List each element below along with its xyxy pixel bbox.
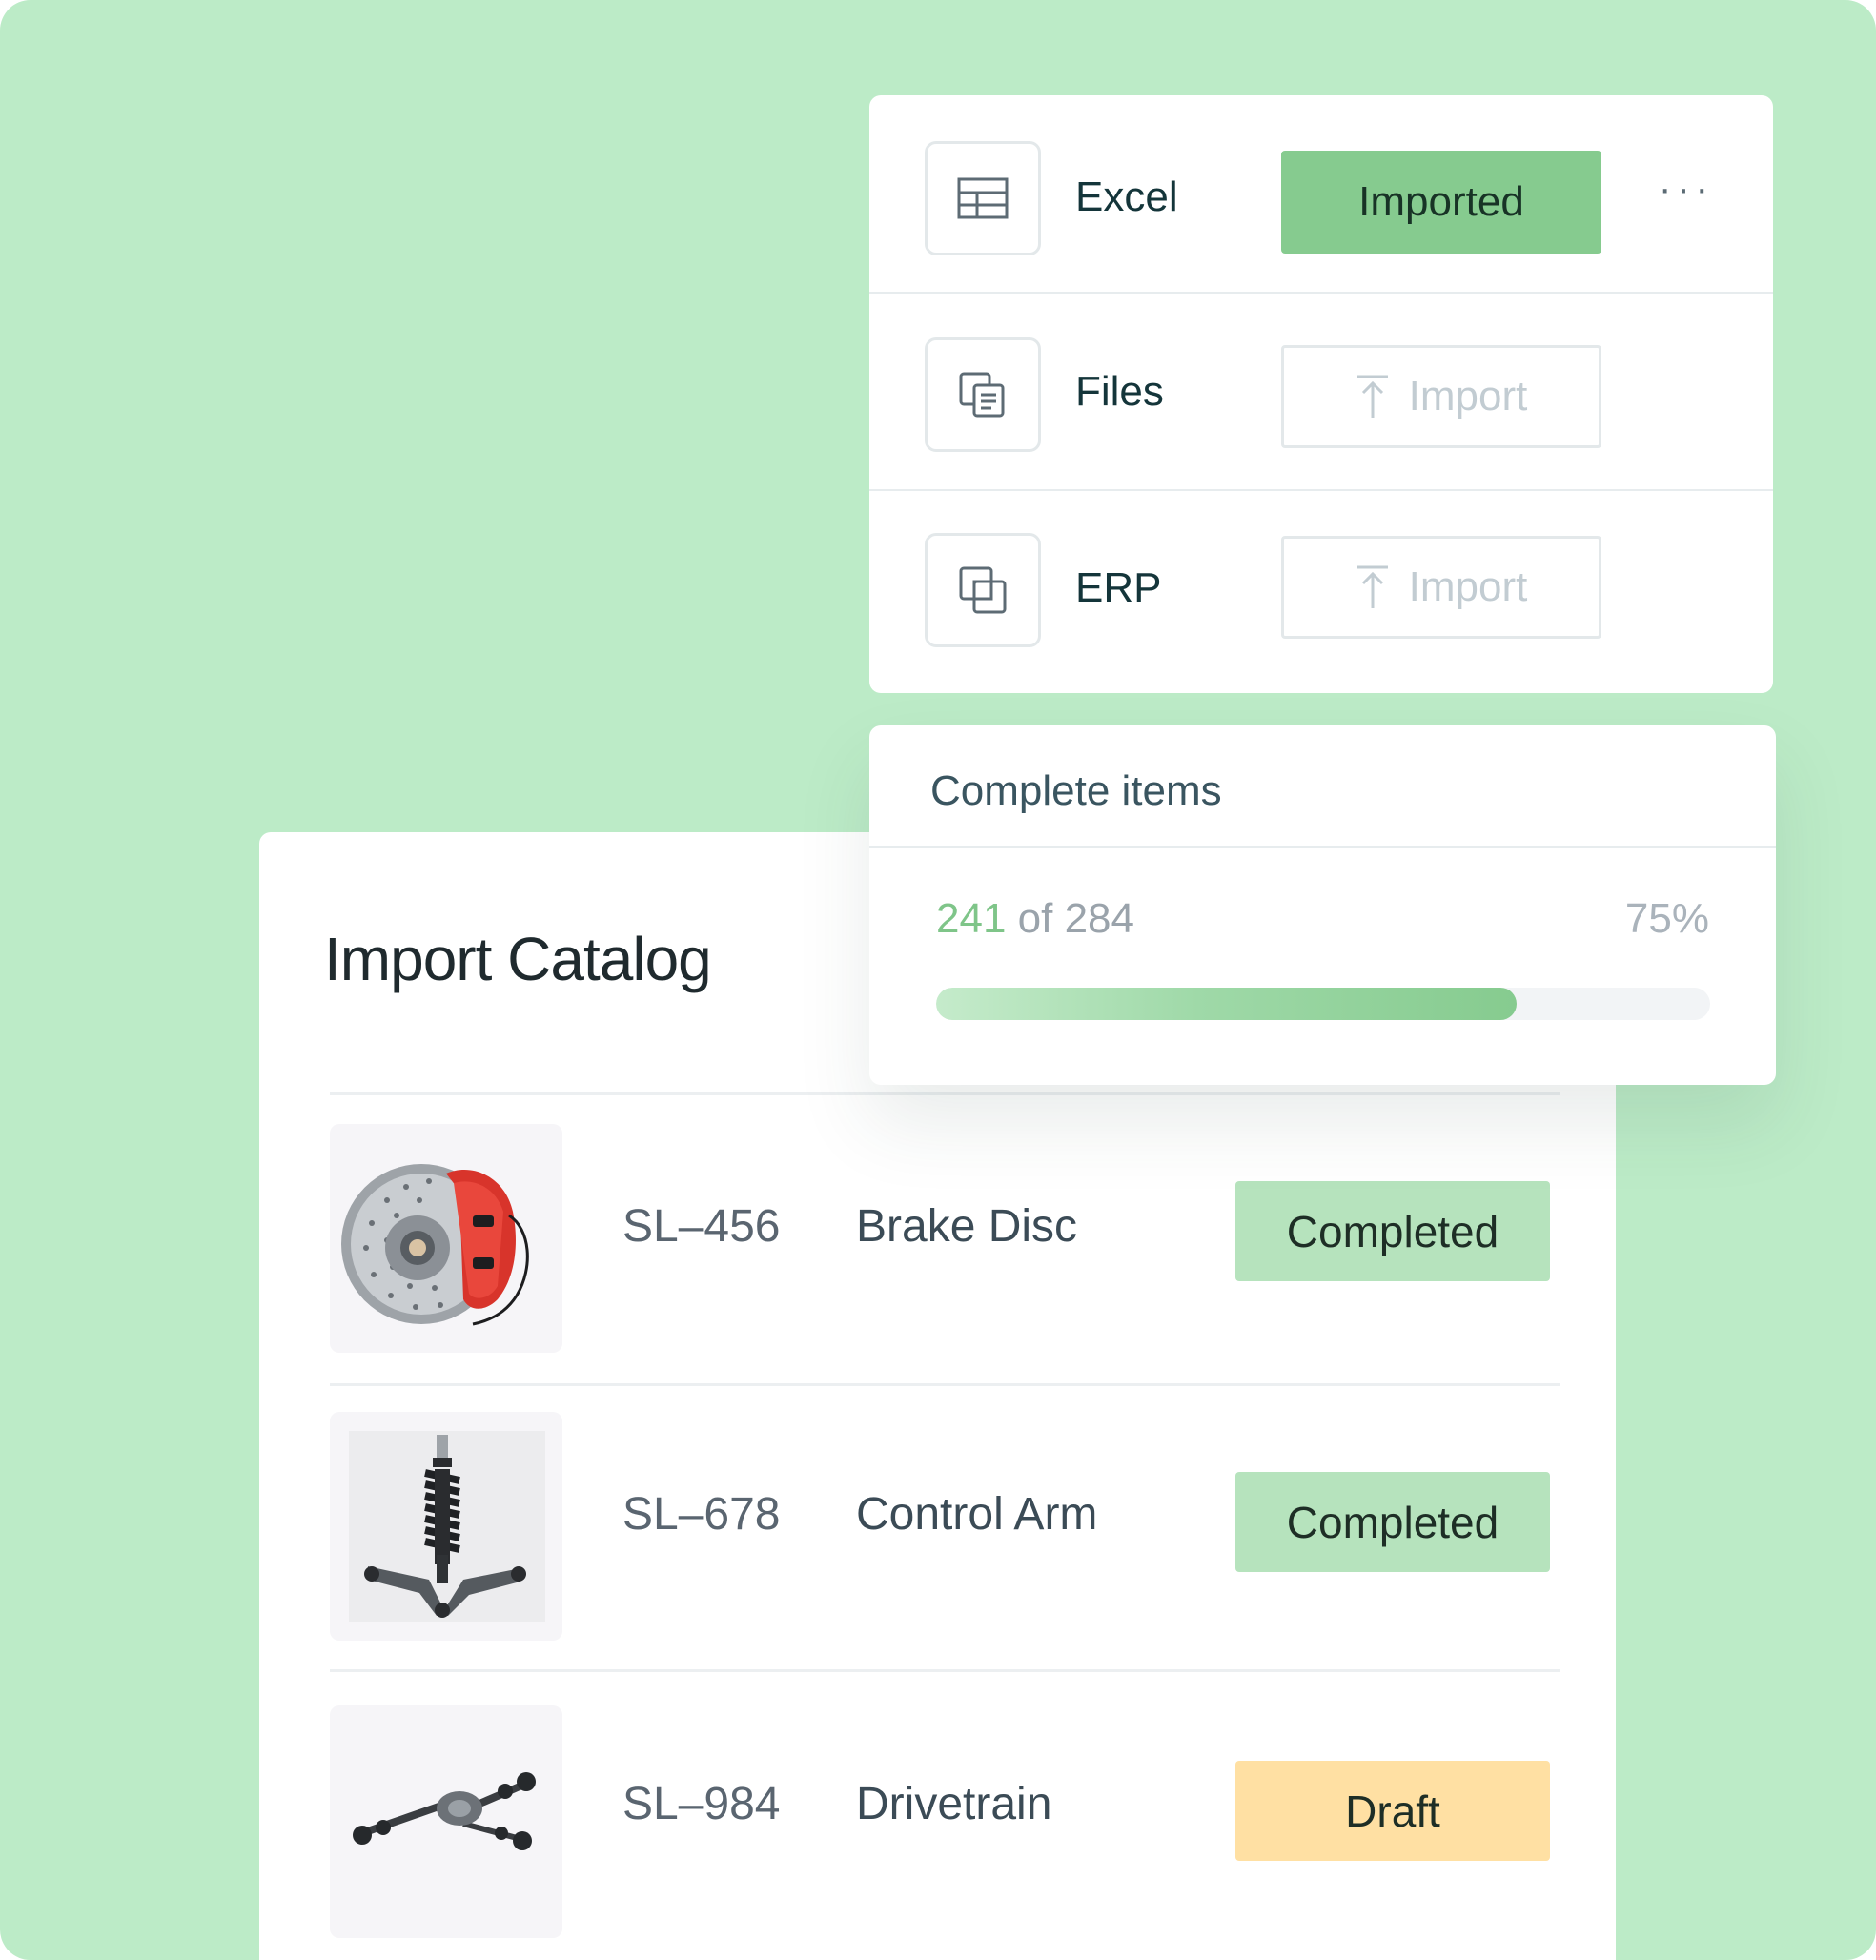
source-label: ERP xyxy=(1075,564,1162,611)
brake-disc-thumbnail xyxy=(330,1124,562,1353)
row-product-name: Drivetrain xyxy=(856,1779,1052,1829)
table-row[interactable]: SL–456 Brake Disc Completed xyxy=(330,1124,1560,1381)
row-sku: SL–678 xyxy=(622,1489,781,1540)
control-arm-thumbnail xyxy=(330,1412,562,1641)
table-row[interactable]: SL–678 Control Arm Completed xyxy=(330,1412,1560,1669)
progress-divider xyxy=(869,846,1776,848)
source-row-files: Files Import xyxy=(869,294,1773,490)
status-badge: Draft xyxy=(1235,1761,1550,1861)
upload-icon xyxy=(1356,375,1388,418)
progress-percent: 75% xyxy=(1624,895,1709,942)
table-row[interactable]: SL–984 Drivetrain Draft xyxy=(330,1705,1560,1960)
source-label: Files xyxy=(1075,368,1164,415)
brake-disc-image xyxy=(341,1164,529,1326)
progress-bar xyxy=(936,988,1710,1020)
page-background: Import Catalog SL–456 Brake Disc Complet… xyxy=(0,0,1876,1960)
source-label: Excel xyxy=(1075,174,1178,220)
complete-items-card: Complete items 241 of 284 75% xyxy=(869,725,1776,1085)
row-sku: SL–456 xyxy=(622,1201,781,1252)
table-icon xyxy=(925,141,1041,255)
import-button[interactable]: Import xyxy=(1281,536,1601,639)
files-icon xyxy=(925,337,1041,452)
control-arm-image xyxy=(349,1431,545,1622)
row-divider xyxy=(330,1383,1560,1386)
progress-done-count: 241 xyxy=(936,895,1007,942)
import-sources-card: Excel Imported ··· Files Import ERP Impo… xyxy=(869,95,1773,693)
progress-title: Complete items xyxy=(930,767,1222,814)
row-product-name: Brake Disc xyxy=(856,1201,1078,1252)
row-divider xyxy=(330,1669,1560,1672)
progress-total: of 284 xyxy=(1017,895,1134,942)
import-button[interactable]: Import xyxy=(1281,345,1601,448)
catalog-title: Import Catalog xyxy=(324,925,712,993)
source-row-excel: Excel Imported ··· xyxy=(869,95,1773,292)
imported-button[interactable]: Imported xyxy=(1281,151,1601,254)
more-options-icon[interactable]: ··· xyxy=(1659,168,1714,211)
import-button-label: Import xyxy=(1408,563,1528,610)
progress-bar-fill xyxy=(936,988,1517,1020)
drivetrain-thumbnail xyxy=(330,1705,562,1938)
progress-count: 241 of 284 xyxy=(936,895,1134,943)
row-sku: SL–984 xyxy=(622,1779,781,1829)
row-divider xyxy=(330,1092,1560,1095)
drivetrain-image xyxy=(353,1772,536,1850)
upload-icon xyxy=(1356,565,1388,608)
erp-icon xyxy=(925,533,1041,647)
status-badge: Completed xyxy=(1235,1181,1550,1281)
row-product-name: Control Arm xyxy=(856,1489,1098,1540)
import-button-label: Import xyxy=(1408,373,1528,419)
status-badge: Completed xyxy=(1235,1472,1550,1572)
source-row-erp: ERP Import xyxy=(869,491,1773,687)
